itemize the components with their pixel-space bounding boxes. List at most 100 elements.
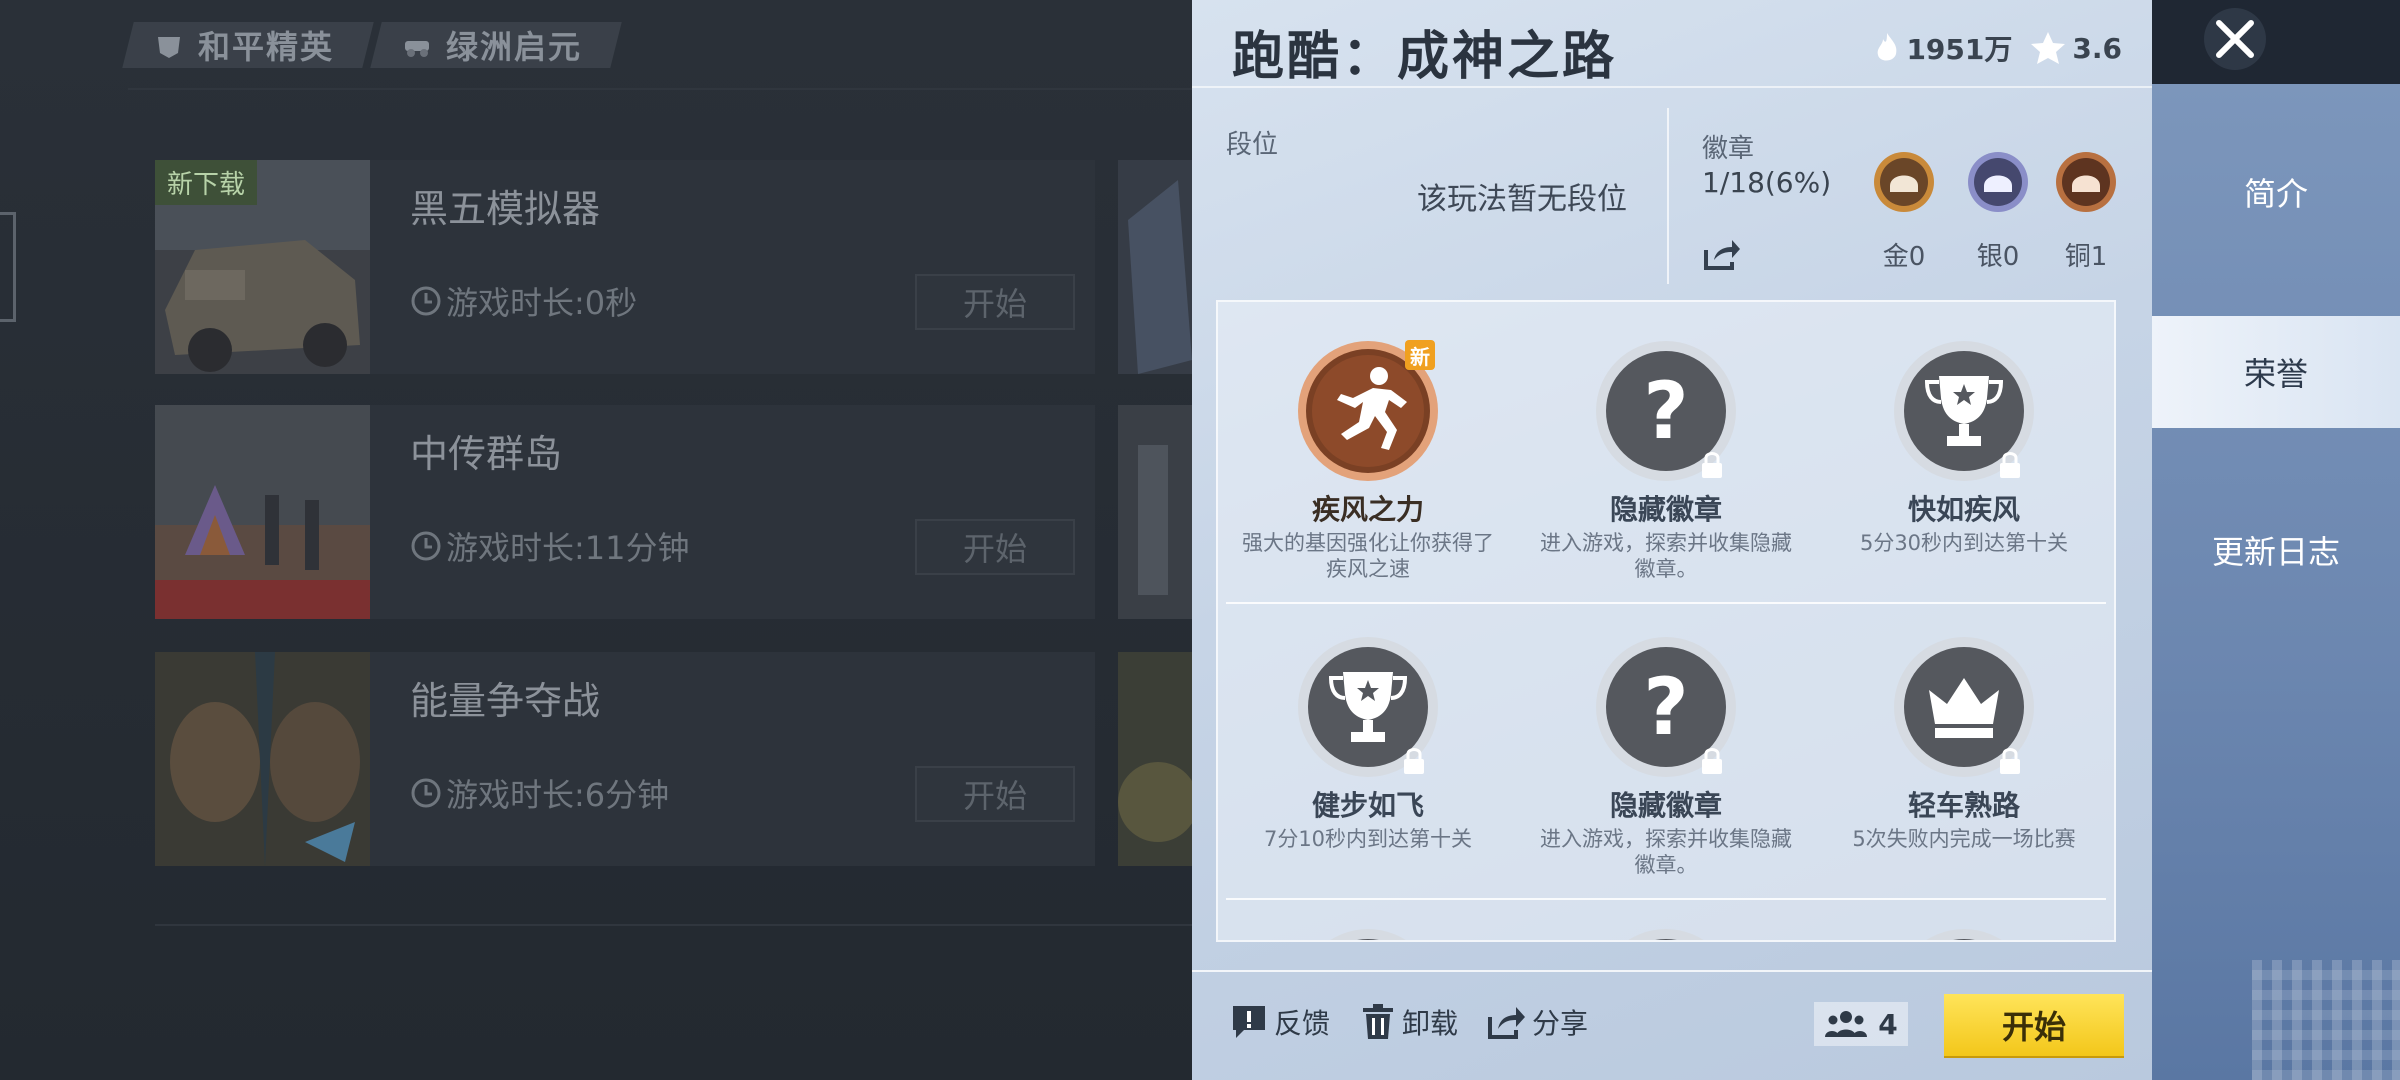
achievement-item[interactable]: 新 疾风之力 强大的基因强化让你获得了疾风之速 <box>1218 336 1518 582</box>
game-thumbnail-peek[interactable] <box>1118 652 1192 866</box>
trash-icon <box>1363 1004 1393 1039</box>
game-playtime: 游戏时长:0秒 <box>410 278 637 324</box>
achievement-name: 隐藏徽章 <box>1609 493 1722 526</box>
feedback-button[interactable]: 反馈 <box>1230 1002 1330 1042</box>
party-size-button[interactable]: 4 <box>1814 1002 1908 1046</box>
feedback-icon <box>1233 1006 1265 1038</box>
game-thumbnail <box>155 652 370 866</box>
tab-peace-elite[interactable]: 和平精英 <box>122 22 374 68</box>
badge-label: 徽章 <box>1702 134 1755 164</box>
share-badges-icon[interactable] <box>1702 236 1742 272</box>
bronze-medal-icon <box>2056 152 2116 212</box>
gold-medal-icon <box>1874 152 1934 212</box>
divider <box>1192 970 2152 972</box>
group-icon <box>1825 1011 1868 1037</box>
svg-text:?: ? <box>1643 367 1688 457</box>
achievement-name: 疾风之力 <box>1311 493 1424 526</box>
achievement-desc: 5分30秒内到达第十关 <box>1859 531 2069 555</box>
uninstall-label: 卸载 <box>1402 1007 1459 1040</box>
game-thumbnail <box>155 405 370 619</box>
game-start-button[interactable]: 开始 <box>915 766 1075 822</box>
achievement-desc: 5次失败内完成一场比赛 <box>1852 827 2076 851</box>
achievement-medal-partial[interactable] <box>1889 924 2039 942</box>
game-thumbnail-peek[interactable] <box>1118 405 1192 619</box>
lock-icon <box>2000 748 2020 774</box>
achievement-item[interactable]: 健步如飞 7分10秒内到达第十关 <box>1218 632 1518 852</box>
rank-label: 段位 <box>1226 130 1279 160</box>
party-size-value: 4 <box>1878 1007 1898 1041</box>
bronze-count: 铜1 <box>2064 242 2108 272</box>
new-badge: 新 <box>1405 340 1435 370</box>
badge-count: 1/18(6%) <box>1702 166 1832 199</box>
achievement-medal-partial[interactable] <box>1293 924 1443 942</box>
new-download-tag: 新下载 <box>155 160 258 205</box>
game-thumbnail-peek[interactable] <box>1118 160 1192 374</box>
achievement-name: 健步如飞 <box>1311 789 1424 822</box>
decorative-pattern <box>2252 960 2400 1080</box>
game-library-background: 和平精英 绿洲启元 新下载 黑五模拟器 游戏时长:0秒 开始 中传群岛 游戏时长… <box>0 0 1192 1080</box>
clock-icon <box>411 286 441 316</box>
achievement-item[interactable]: 快如疾风 5分30秒内到达第十关 <box>1814 336 2114 556</box>
achievement-desc: 进入游戏，探索并收集隐藏徽章。 <box>1540 827 1792 877</box>
achievement-item[interactable]: ? 隐藏徽章 进入游戏，探索并收集隐藏徽章。 <box>1516 336 1816 582</box>
star-icon <box>2031 32 2066 64</box>
achievement-item[interactable]: 轻车熟路 5次失败内完成一场比赛 <box>1814 632 2114 852</box>
silver-count: 银0 <box>1976 242 2020 272</box>
game-title: 中传群岛 <box>410 432 563 476</box>
divider <box>1667 108 1669 284</box>
car-icon <box>405 41 430 57</box>
start-game-button[interactable]: 开始 <box>1944 994 2124 1056</box>
rating-stat: 3.6 <box>2030 31 2122 65</box>
game-playtime: 游戏时长:6分钟 <box>410 770 669 816</box>
game-start-button[interactable]: 开始 <box>915 274 1075 330</box>
close-icon <box>2216 20 2254 58</box>
collapse-handle[interactable] <box>0 212 16 322</box>
achievement-medal: ? <box>1591 632 1741 782</box>
nav-item-changelog[interactable]: 更新日志 <box>2152 494 2400 606</box>
achievement-medal-partial[interactable] <box>1591 924 1741 942</box>
achievement-medal <box>1889 336 2039 486</box>
lock-icon <box>1702 748 1722 774</box>
game-start-button[interactable]: 开始 <box>915 519 1075 575</box>
game-stats: 1951万 3.6 <box>1874 28 2122 68</box>
game-card[interactable]: 新下载 黑五模拟器 游戏时长:0秒 开始 <box>155 160 1095 374</box>
achievement-grid: 新 疾风之力 强大的基因强化让你获得了疾风之速 ? 隐藏徽章 进入游戏，探索并收… <box>1216 300 2116 942</box>
game-detail-title: 跑酷：成神之路 <box>1232 27 1618 87</box>
tab-label: 和平精英 <box>198 28 335 66</box>
feedback-label: 反馈 <box>1274 1007 1331 1040</box>
achievement-item[interactable]: ? 隐藏徽章 进入游戏，探索并收集隐藏徽章。 <box>1516 632 1816 878</box>
detail-side-nav: 简介 荣誉 更新日志 <box>2152 0 2400 1080</box>
library-tabs: 和平精英 绿洲启元 <box>122 22 624 68</box>
playtime-text: 游戏时长:0秒 <box>446 284 638 322</box>
lock-icon <box>2000 452 2020 478</box>
achievement-medal: ? <box>1591 336 1741 486</box>
uninstall-button[interactable]: 卸载 <box>1360 1002 1458 1042</box>
playtime-text: 游戏时长:11分钟 <box>446 529 690 567</box>
divider <box>1226 602 2106 604</box>
game-card[interactable]: 能量争夺战 游戏时长:6分钟 开始 <box>155 652 1095 866</box>
close-button[interactable] <box>2204 8 2266 70</box>
game-thumbnail: 新下载 <box>155 160 370 374</box>
sidenav-header <box>2152 0 2400 84</box>
achievement-name: 轻车熟路 <box>1907 789 2020 822</box>
divider <box>155 924 1192 926</box>
share-button[interactable]: 分享 <box>1486 1002 1588 1042</box>
tab-oasis[interactable]: 绿洲启元 <box>370 22 622 68</box>
flame-icon <box>1878 33 1897 61</box>
tab-label: 绿洲启元 <box>446 28 583 66</box>
achievement-name: 快如疾风 <box>1907 493 2020 526</box>
gold-count: 金0 <box>1882 242 1926 272</box>
lock-icon <box>1404 748 1424 774</box>
share-icon <box>1488 1007 1525 1039</box>
lock-icon <box>1702 452 1722 478</box>
nav-item-honor[interactable]: 荣誉 <box>2152 316 2400 428</box>
heat-value: 1951万 <box>1906 33 2013 66</box>
heat-stat: 1951万 <box>1874 28 2012 68</box>
achievement-desc: 进入游戏，探索并收集隐藏徽章。 <box>1540 531 1792 581</box>
game-playtime: 游戏时长:11分钟 <box>410 523 690 569</box>
nav-item-intro[interactable]: 简介 <box>2152 136 2400 248</box>
achievement-medal <box>1293 632 1443 782</box>
game-card[interactable]: 中传群岛 游戏时长:11分钟 开始 <box>155 405 1095 619</box>
game-title: 黑五模拟器 <box>410 187 601 231</box>
rating-value: 3.6 <box>2072 31 2122 65</box>
